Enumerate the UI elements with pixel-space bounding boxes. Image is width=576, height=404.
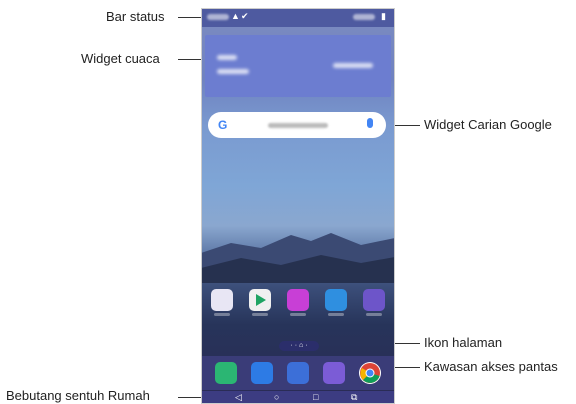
app-label [252, 313, 268, 316]
page-indicator[interactable]: · · ⌂ · [279, 341, 319, 351]
folder-icon[interactable] [211, 289, 233, 311]
wallpaper-mountains [201, 233, 395, 283]
back-icon[interactable]: ◁ [235, 392, 242, 403]
home-touch-buttons-callout-line [178, 397, 201, 398]
weather-blurred-temp [333, 63, 373, 68]
app-label [290, 313, 306, 316]
home-touch-buttons: ◁ ○ □ ⧉ [201, 391, 395, 404]
app-label [366, 313, 382, 316]
app-label [328, 313, 344, 316]
status-bar-callout: Bar status [106, 9, 165, 24]
search-blurred-placeholder [268, 123, 328, 128]
weather-widget-callout: Widget cuaca [81, 51, 160, 66]
quick-access-dock [201, 356, 395, 390]
phone-screen: ▲ ✔ ▮ G · · ⌂ · ◁ ○ □ ⧉ [201, 8, 395, 404]
play-store-icon[interactable] [249, 289, 271, 311]
status-bar-blurred-text [207, 14, 229, 20]
battery-icon: ▮ [381, 11, 386, 21]
recents-icon[interactable]: □ [313, 392, 318, 402]
status-bar: ▲ ✔ ▮ [201, 8, 395, 27]
warning-icon: ▲ [231, 11, 240, 21]
home-touch-buttons-callout: Bebutang sentuh Rumah [6, 388, 150, 403]
messages-icon[interactable] [251, 362, 273, 384]
google-logo: G [218, 118, 228, 132]
weather-blurred-date [217, 69, 249, 74]
home-app-row [211, 289, 385, 317]
weather-blurred-time [217, 55, 237, 60]
status-bar-callout-line [178, 17, 201, 18]
status-bar-blurred-right [353, 14, 375, 20]
gallery-icon[interactable] [323, 362, 345, 384]
phone-icon[interactable] [215, 362, 237, 384]
google-search-widget[interactable]: G [208, 112, 386, 138]
pen-icon[interactable] [287, 289, 309, 311]
dual-window-icon[interactable]: ⧉ [351, 392, 357, 403]
chrome-icon[interactable] [359, 362, 381, 384]
google-search-widget-callout: Widget Carian Google [424, 117, 552, 132]
weather-widget[interactable] [205, 35, 391, 97]
home-icon[interactable]: ○ [274, 392, 279, 402]
quick-access-area-callout-line [393, 367, 420, 368]
chat-icon[interactable] [325, 289, 347, 311]
check-icon: ✔ [241, 11, 249, 21]
settings-icon[interactable] [363, 289, 385, 311]
page-icon-callout: Ikon halaman [424, 335, 503, 350]
camera-icon[interactable] [287, 362, 309, 384]
quick-access-area-callout: Kawasan akses pantas [424, 359, 558, 374]
app-label [214, 313, 230, 316]
mic-icon[interactable] [367, 118, 373, 128]
